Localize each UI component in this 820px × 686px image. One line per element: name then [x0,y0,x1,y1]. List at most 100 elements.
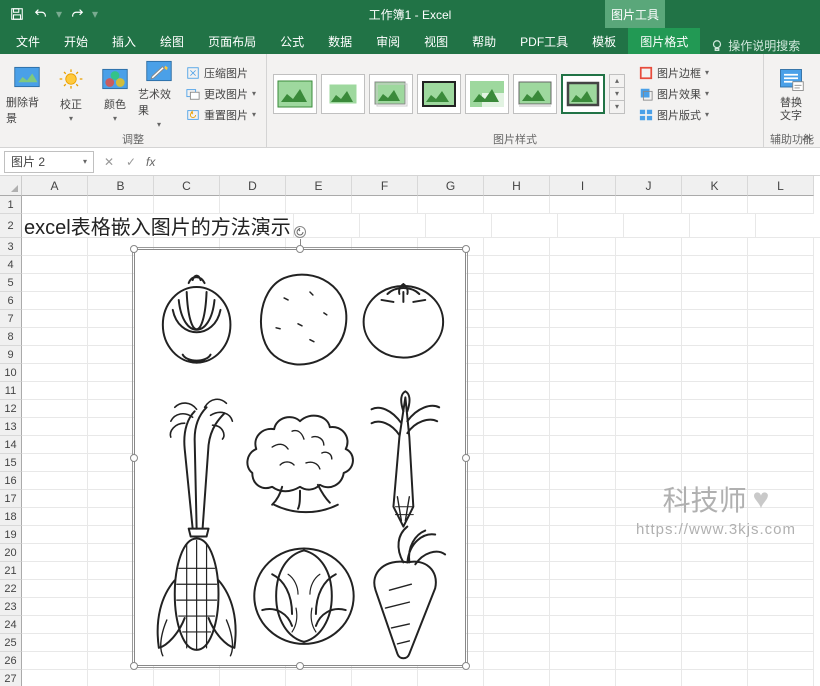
cell[interactable] [682,616,748,634]
row-header[interactable]: 23 [0,598,22,616]
cell[interactable] [484,364,550,382]
cell[interactable] [682,238,748,256]
cell[interactable] [682,634,748,652]
picture-layout-button[interactable]: 图片版式 ▾ [635,105,713,125]
cell[interactable] [22,238,88,256]
cell[interactable] [550,436,616,454]
cell[interactable] [616,436,682,454]
cell[interactable] [616,292,682,310]
cell[interactable] [550,256,616,274]
row-header[interactable]: 8 [0,328,22,346]
tab-review[interactable]: 审阅 [364,28,412,54]
cell[interactable] [550,670,616,686]
cell[interactable] [484,274,550,292]
row-header[interactable]: 25 [0,634,22,652]
row-header[interactable]: 20 [0,544,22,562]
cell[interactable] [748,634,814,652]
alt-text-button[interactable]: 替换 文字 [770,61,812,127]
cell[interactable] [682,472,748,490]
change-picture-button[interactable]: 更改图片 ▾ [182,84,260,104]
cell[interactable] [484,544,550,562]
cell[interactable] [748,508,814,526]
resize-handle-bm[interactable] [296,662,304,670]
row-header[interactable]: 27 [0,670,22,686]
cell[interactable] [22,472,88,490]
cell[interactable] [22,544,88,562]
cell[interactable] [484,580,550,598]
cell[interactable] [756,214,820,238]
cell[interactable] [360,214,426,238]
style-thumb-2[interactable] [321,74,365,114]
resize-handle-tr[interactable] [462,245,470,253]
resize-handle-br[interactable] [462,662,470,670]
column-header[interactable]: F [352,176,418,196]
tab-page-layout[interactable]: 页面布局 [196,28,268,54]
cell[interactable] [484,526,550,544]
tab-help[interactable]: 帮助 [460,28,508,54]
cell[interactable] [22,454,88,472]
style-thumb-3[interactable] [369,74,413,114]
cancel-formula-icon[interactable]: ✕ [98,151,120,173]
cell[interactable] [286,670,352,686]
cell[interactable] [748,454,814,472]
cell[interactable] [616,364,682,382]
cell[interactable] [22,346,88,364]
cell[interactable] [616,346,682,364]
row-header[interactable]: 9 [0,346,22,364]
cell[interactable] [22,652,88,670]
column-header[interactable]: G [418,176,484,196]
tab-home[interactable]: 开始 [52,28,100,54]
cell[interactable] [616,274,682,292]
cell[interactable] [550,580,616,598]
cell[interactable] [484,454,550,472]
column-header[interactable]: H [484,176,550,196]
cell[interactable] [484,634,550,652]
cell[interactable] [748,256,814,274]
artistic-effects-button[interactable]: 艺术效果▾ [138,61,180,127]
cell[interactable] [748,400,814,418]
row-header[interactable]: 2 [0,214,22,238]
cell[interactable] [690,214,756,238]
tab-view[interactable]: 视图 [412,28,460,54]
undo-icon[interactable] [30,3,52,25]
cell[interactable] [682,418,748,436]
row-header[interactable]: 14 [0,436,22,454]
resize-handle-ml[interactable] [130,454,138,462]
cell[interactable] [748,472,814,490]
row-header[interactable]: 11 [0,382,22,400]
cell[interactable] [748,238,814,256]
cell[interactable] [682,490,748,508]
cell[interactable] [550,598,616,616]
cell[interactable] [616,616,682,634]
cell[interactable] [748,562,814,580]
resize-handle-mr[interactable] [462,454,470,462]
picture-border-button[interactable]: 图片边框 ▾ [635,63,713,83]
cell[interactable] [682,274,748,292]
cell[interactable] [484,508,550,526]
cell[interactable] [748,526,814,544]
cell[interactable] [748,310,814,328]
cell[interactable] [616,508,682,526]
cell[interactable] [22,634,88,652]
cell[interactable] [682,526,748,544]
cell[interactable] [484,238,550,256]
cell[interactable] [550,328,616,346]
cell[interactable] [558,214,624,238]
row-header[interactable]: 16 [0,472,22,490]
cell[interactable] [748,196,814,214]
cell[interactable] [748,490,814,508]
cell[interactable] [616,652,682,670]
cell[interactable] [682,562,748,580]
resize-handle-tm[interactable] [296,245,304,253]
cell[interactable] [616,256,682,274]
cell[interactable] [682,670,748,686]
cell[interactable] [748,382,814,400]
cell[interactable] [352,670,418,686]
row-header[interactable]: 18 [0,508,22,526]
cell[interactable] [616,328,682,346]
compress-picture-button[interactable]: 压缩图片 [182,63,260,83]
cell[interactable] [550,508,616,526]
cell[interactable] [22,616,88,634]
cell[interactable] [22,670,88,686]
cell[interactable] [748,274,814,292]
